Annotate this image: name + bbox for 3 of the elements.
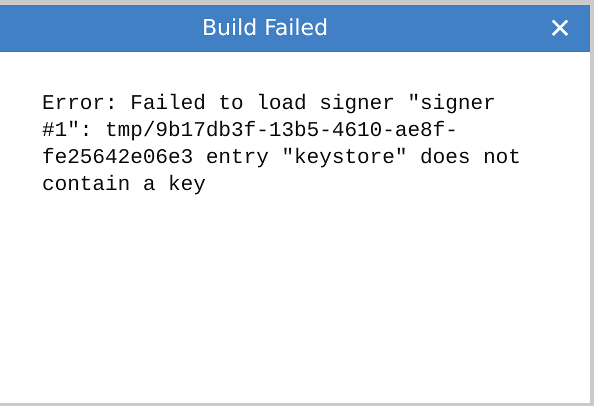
close-button[interactable]: ✕: [530, 5, 590, 52]
error-message: Error: Failed to load signer "signer #1": tmp/9b17db3f-13b5-4610-ae8f-fe25642e06e3 entry "keystore" does not contain a key: [42, 92, 522, 199]
dialog-title: Build Failed: [200, 16, 330, 41]
